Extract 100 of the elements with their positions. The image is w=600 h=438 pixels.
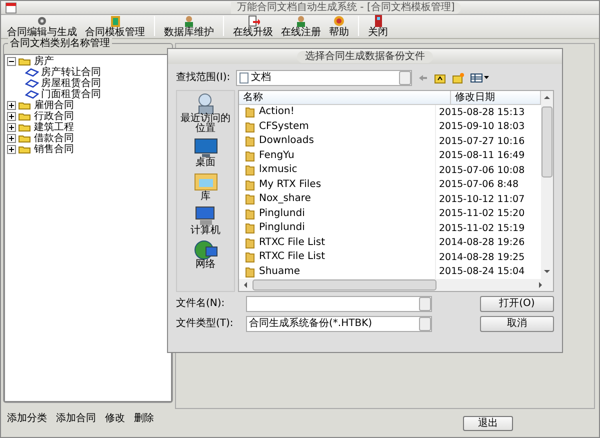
window-title: 万能合同文档自动生成系统 - [合同文档模板管理]	[231, 2, 461, 14]
expand-icon[interactable]	[7, 101, 16, 110]
tree-item[interactable]: 房产转让合同	[41, 66, 101, 78]
tree-item[interactable]: 行政合同	[34, 110, 74, 122]
file-date: 2015-09-10 18:03	[435, 120, 535, 134]
look-in-dropdown[interactable]: 文档	[236, 70, 412, 86]
person-icon	[294, 15, 308, 27]
folder-icon	[18, 57, 32, 66]
up-folder-icon	[434, 72, 446, 84]
toolbar-button[interactable]: 数据库维护	[162, 15, 216, 38]
place-shortcut[interactable]: 桌面	[192, 137, 218, 168]
tree-item[interactable]: 销售合同	[34, 144, 74, 156]
file-name[interactable]: FengYu	[259, 150, 294, 162]
file-name[interactable]: lxmusic	[259, 164, 298, 176]
toolbar-button[interactable]: 关闭	[366, 15, 390, 38]
folder-icon	[18, 123, 32, 132]
document-icon	[239, 72, 250, 84]
file-date: 2014-08-28 19:26	[435, 236, 535, 250]
toolbar-button[interactable]: 帮助	[327, 15, 351, 38]
tree-item[interactable]: 门面租赁合同	[41, 88, 101, 100]
tree-item[interactable]: 建筑工程	[34, 122, 74, 134]
expand-icon[interactable]	[7, 112, 16, 121]
place-shortcut[interactable]: 库	[192, 171, 218, 202]
desktop-icon	[192, 137, 218, 158]
folder-icon	[18, 145, 32, 154]
column-header[interactable]: 名称	[239, 91, 451, 105]
help-icon	[332, 15, 346, 27]
tree-item[interactable]: 雇佣合同	[34, 100, 74, 112]
library-icon	[192, 171, 218, 192]
column-header[interactable]: 修改日期	[451, 91, 541, 105]
expand-icon[interactable]	[7, 134, 16, 143]
folder-icon	[245, 164, 255, 176]
action-link[interactable]: 修改	[105, 413, 125, 425]
file-name[interactable]: Nox_share	[259, 193, 311, 206]
folder-icon	[245, 208, 255, 220]
file-name[interactable]: RTXC File List	[259, 251, 326, 264]
file-name[interactable]: RTXC File List	[259, 236, 326, 249]
folder-icon	[245, 178, 255, 191]
file-name[interactable]: Shuame	[259, 266, 300, 278]
folder-icon	[245, 193, 255, 206]
tree-item[interactable]: 房产	[34, 56, 54, 68]
look-in-label: 查找范围(I):	[176, 72, 230, 84]
file-name[interactable]: CFSystem	[259, 120, 309, 133]
document-arrow-icon	[246, 15, 260, 27]
file-date: 2015-11-02 15:19	[435, 221, 535, 236]
folder-icon	[245, 236, 255, 249]
file-name[interactable]: Action!	[259, 106, 294, 118]
file-type-dropdown[interactable]: 合同生成系统备份(*.HTBK)	[246, 316, 432, 332]
action-link[interactable]: 添加合同	[56, 413, 96, 425]
folder-icon	[18, 134, 32, 143]
new-folder-icon	[452, 72, 464, 84]
open-button[interactable]: 打开(O)	[480, 296, 554, 312]
collapse-icon[interactable]	[7, 57, 16, 66]
file-date: 2014-08-28 19:25	[435, 250, 535, 264]
file-date: 2015-08-28 15:13	[435, 105, 535, 120]
file-name[interactable]: Pinglundi	[259, 222, 305, 234]
gear-icon	[35, 15, 49, 27]
folder-icon	[245, 135, 255, 148]
file-date: 2015-11-02 15:20	[435, 206, 535, 221]
group-title: 合同文档类别名称管理	[8, 38, 112, 50]
folder-icon	[18, 101, 32, 110]
field-label: 文件名(N):	[176, 298, 226, 310]
file-date: 2015-07-27 10:16	[435, 134, 535, 148]
file-date: 2015-08-11 16:49	[435, 148, 535, 163]
network-icon	[192, 239, 218, 260]
back-icon	[418, 74, 428, 82]
cancel-button[interactable]: 取消	[480, 316, 554, 332]
expand-icon[interactable]	[7, 145, 16, 154]
action-link[interactable]: 删除	[134, 413, 154, 425]
file-date: 2015-10-12 11:07	[435, 192, 535, 206]
file-name-field[interactable]	[246, 296, 432, 312]
scroll-up-icon	[541, 91, 553, 105]
place-shortcut[interactable]: 网络	[192, 239, 218, 270]
view-menu-icon	[470, 73, 490, 83]
tree-item[interactable]: 借款合同	[34, 132, 74, 144]
folder-icon	[245, 222, 255, 234]
toolbar-button[interactable]: 在线注册	[279, 15, 323, 38]
field-label: 文件类型(T):	[176, 318, 234, 330]
toolbar-button[interactable]: 在线升级	[231, 15, 275, 38]
folder-icon	[245, 120, 255, 133]
tree-item[interactable]: 房屋租赁合同	[41, 78, 101, 90]
folder-icon	[245, 106, 255, 118]
file-name[interactable]: My RTX Files	[259, 178, 322, 191]
expand-icon[interactable]	[7, 123, 16, 132]
folder-icon	[245, 266, 255, 278]
toolbar-button[interactable]: 合同编辑与生成	[5, 15, 79, 38]
action-link[interactable]: 添加分类	[7, 413, 47, 425]
file-date: 2015-07-06 10:08	[435, 163, 535, 178]
file-name[interactable]: Pinglundi	[259, 208, 305, 220]
folder-icon	[245, 150, 255, 162]
person-icon	[182, 15, 196, 27]
folder-icon	[245, 251, 255, 264]
dialog-title: 选择合同生成数据备份文件	[297, 50, 433, 62]
file-name[interactable]: Downloads	[259, 135, 314, 148]
folder-icon	[18, 112, 32, 121]
place-shortcut[interactable]: 计算机	[190, 205, 220, 236]
exit-button[interactable]: 退出	[463, 416, 513, 430]
toolbar-button[interactable]: 合同模板管理	[83, 15, 147, 38]
file-date: 2015-07-06 8:48	[435, 178, 535, 192]
place-shortcut[interactable]: 最近访问的位置	[177, 93, 234, 134]
